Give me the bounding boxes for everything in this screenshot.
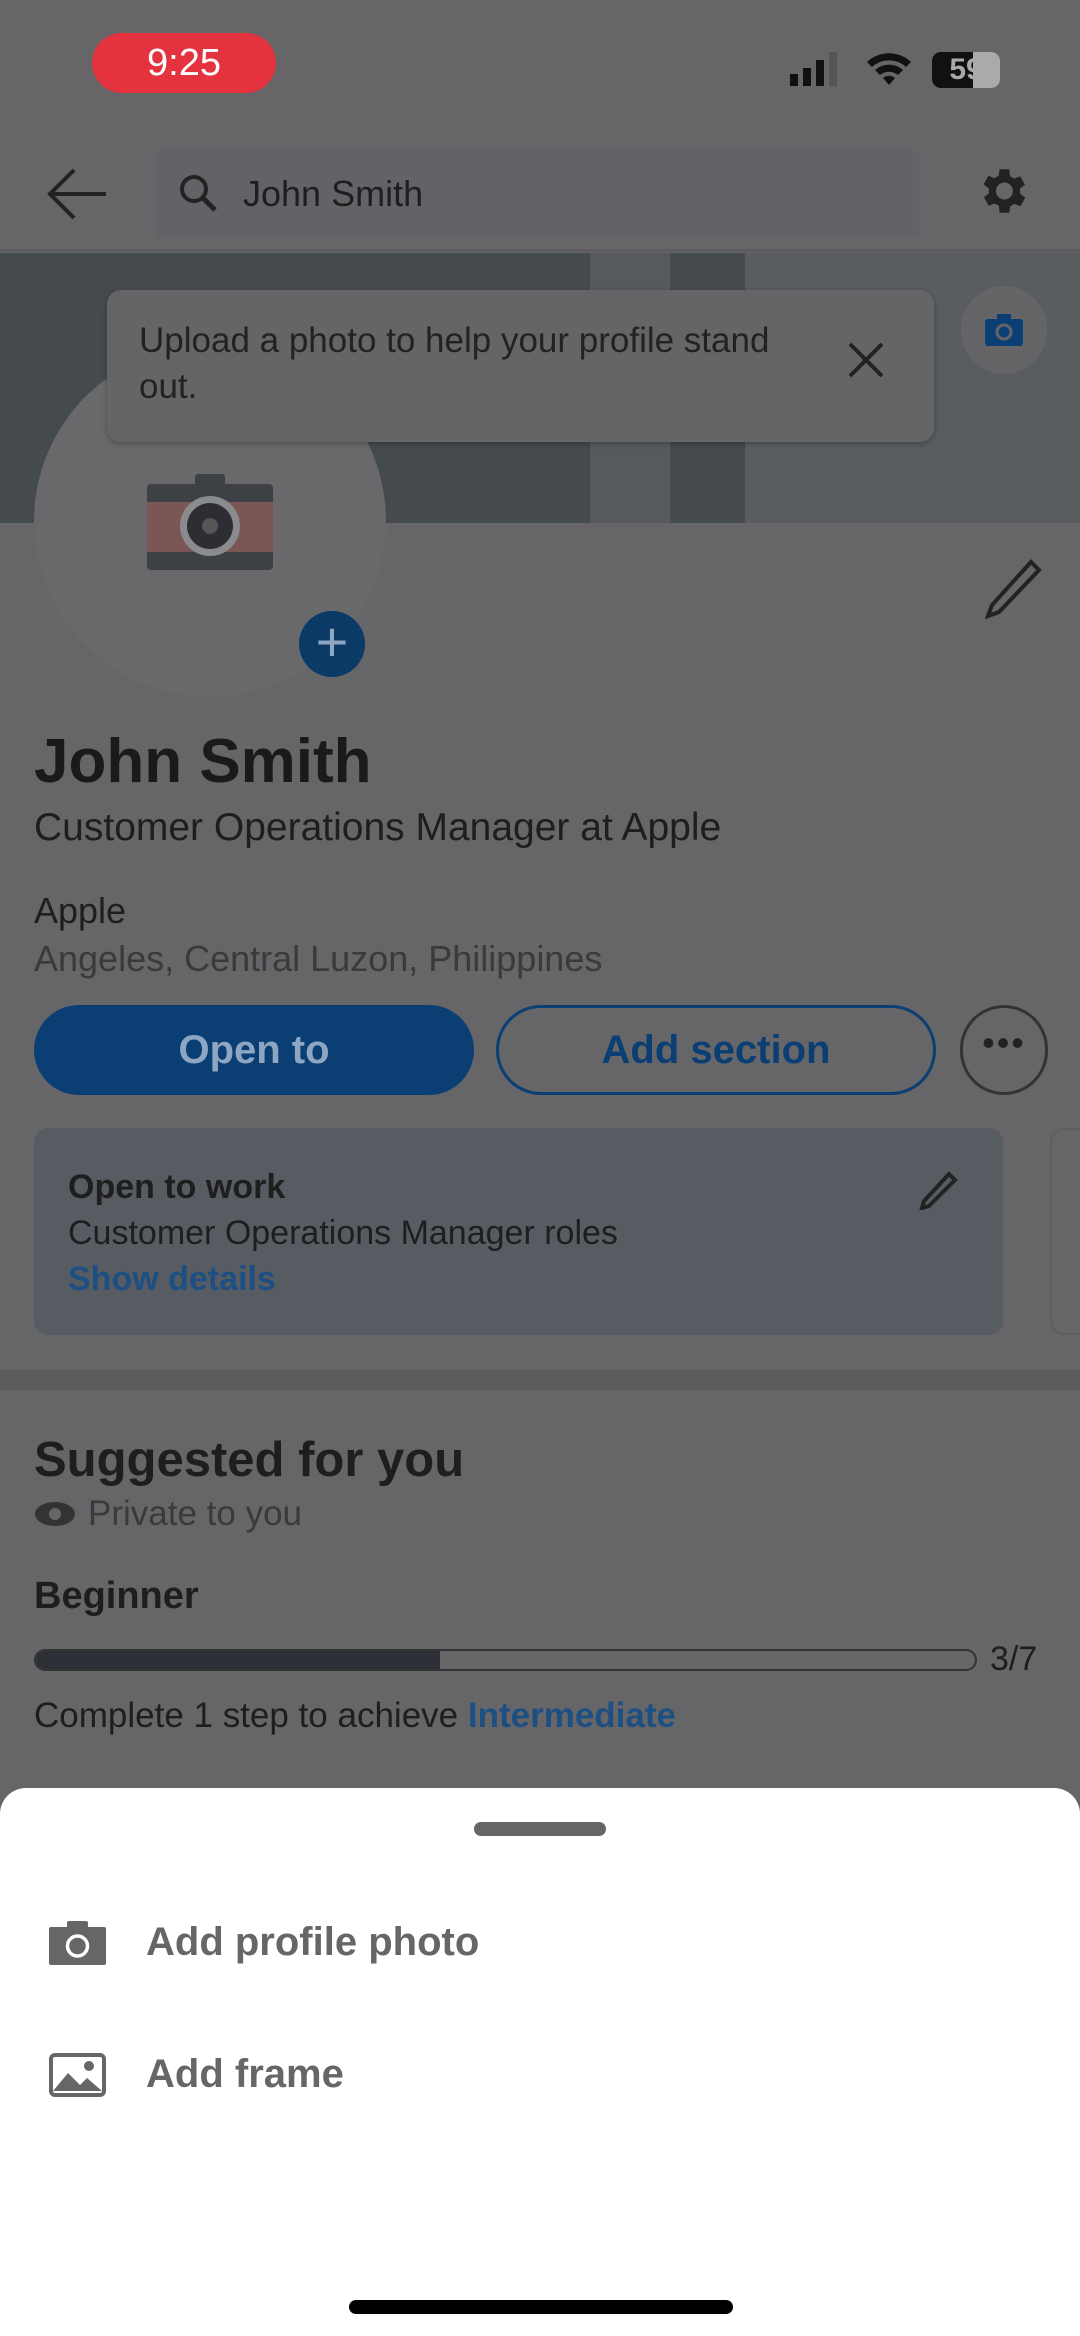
sheet-drag-handle[interactable]: [474, 1822, 606, 1836]
show-details-link[interactable]: Show details: [68, 1256, 969, 1302]
privacy-note: Private to you: [34, 1494, 302, 1534]
close-icon[interactable]: [846, 340, 886, 380]
camera-icon: [49, 1920, 106, 1965]
back-arrow-icon[interactable]: [44, 165, 110, 223]
edit-pencil-icon[interactable]: [919, 1170, 959, 1210]
open-to-work-title: Open to work: [68, 1168, 286, 1206]
time-pill: 9:25: [92, 33, 276, 93]
signal-icon: [790, 52, 837, 86]
section-divider: [0, 1370, 1080, 1390]
bottom-sheet: Add profile photo Add frame: [0, 1788, 1080, 2336]
next-level-link[interactable]: Intermediate: [468, 1696, 676, 1735]
suggested-title: Suggested for you: [34, 1433, 465, 1487]
progress-bar: [34, 1649, 977, 1671]
header-divider: [0, 249, 1080, 252]
next-card-edge: [1050, 1128, 1080, 1335]
wifi-icon: [867, 53, 911, 85]
settings-gear-icon[interactable]: [973, 162, 1031, 220]
profile-headline: Customer Operations Manager at Apple: [34, 806, 722, 849]
home-indicator: [349, 2300, 733, 2314]
ellipsis-icon: •••: [982, 1022, 1026, 1063]
status-time: 9:25: [147, 41, 221, 84]
more-options-button[interactable]: •••: [960, 1005, 1048, 1095]
open-to-work-card[interactable]: Open to work Customer Operations Manager…: [34, 1128, 1003, 1335]
search-input[interactable]: John Smith: [157, 150, 919, 238]
add-frame-item[interactable]: Add frame: [49, 2052, 344, 2097]
search-icon: [180, 175, 217, 212]
upload-photo-tooltip: Upload a photo to help your profile stan…: [107, 290, 934, 442]
add-photo-plus-button[interactable]: +: [299, 611, 365, 677]
open-to-work-roles: Customer Operations Manager roles: [68, 1214, 618, 1252]
add-section-button[interactable]: Add section: [496, 1005, 936, 1095]
battery-icon: 59: [932, 52, 1000, 88]
eye-icon: [35, 1502, 75, 1526]
search-value: John Smith: [243, 173, 424, 214]
profile-location: Angeles, Central Luzon, Philippines: [34, 938, 603, 979]
edit-pencil-icon[interactable]: [985, 558, 1043, 620]
profile-name: John Smith: [34, 727, 372, 796]
open-to-button[interactable]: Open to: [34, 1005, 474, 1095]
camera-icon: [985, 314, 1023, 346]
cover-camera-button[interactable]: [961, 286, 1047, 374]
progress-hint: Complete 1 step to achieve Intermediate: [34, 1696, 676, 1735]
profile-company: Apple: [34, 890, 127, 931]
progress-count: 3/7: [990, 1640, 1038, 1678]
image-icon: [49, 2052, 106, 2097]
add-profile-photo-item[interactable]: Add profile photo: [49, 1920, 479, 1965]
camera-illustration-icon: [147, 474, 273, 570]
level-label: Beginner: [34, 1575, 199, 1617]
progress-fill: [36, 1651, 440, 1669]
